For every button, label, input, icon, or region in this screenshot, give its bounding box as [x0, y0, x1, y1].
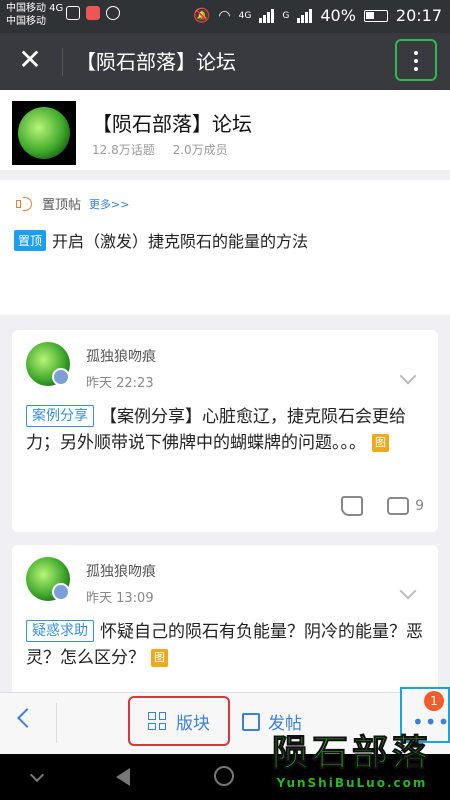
forum-name: 【陨石部落】论坛	[92, 112, 252, 136]
pinned-tag: 置顶	[14, 229, 47, 251]
sections-label: 版块	[176, 713, 210, 734]
member-count: 2.0万成员	[172, 143, 228, 157]
post-author[interactable]: 孤独狼吻痕	[86, 561, 156, 581]
wechat-icon	[106, 6, 120, 20]
watermark: 陨石部落 YunShiBuLuo.com	[262, 732, 442, 800]
back-nav-icon[interactable]	[116, 768, 130, 786]
pinned-post[interactable]: 置顶 开启（激发）捷克陨石的能量的方法	[14, 228, 308, 252]
watermark-en: YunShiBuLuo.com	[276, 776, 428, 790]
image-icon	[66, 6, 80, 20]
post-tag: 疑惑求助	[26, 620, 94, 642]
chevron-down-icon[interactable]	[399, 367, 417, 385]
status-right: 🔕 ◠ 4G G 40% 20:17	[193, 6, 442, 25]
image-attachment-icon: 图	[372, 434, 389, 452]
toolbar-divider	[56, 703, 57, 743]
carrier-info: 中国移动 4G 中国移动	[6, 2, 63, 28]
like-icon[interactable]	[341, 496, 364, 516]
pinned-section: 置顶帖 更多>> 置顶 开启（激发）捷克陨石的能量的方法	[0, 180, 450, 315]
forum-stats: 12.8万话题 2.0万成员	[92, 141, 242, 158]
topic-count: 12.8万话题	[92, 143, 155, 157]
post-card[interactable]: 孤独狼吻痕 昨天 22:23 案例分享 【案例分享】心脏愈辽，捷克陨石会更给力；另…	[12, 330, 438, 532]
status-bar: 中国移动 4G 中国移动 🔕 ◠ 4G G 40% 20:17	[0, 0, 450, 33]
home-nav-icon[interactable]	[214, 766, 234, 786]
network-type-2: G	[282, 10, 290, 21]
notification-icons	[66, 6, 120, 20]
user-badge-icon	[52, 583, 70, 601]
comment-count: 9	[415, 498, 424, 514]
mute-icon: 🔕	[192, 7, 211, 24]
chevron-down-icon[interactable]	[399, 582, 417, 600]
page-title: 【陨石部落】论坛	[76, 50, 236, 74]
back-icon[interactable]	[17, 708, 37, 728]
new-post-label: 发帖	[268, 714, 302, 734]
app-bar: ✕ 【陨石部落】论坛	[0, 33, 450, 90]
carrier-1: 中国移动 4G	[6, 3, 64, 14]
comment-button[interactable]: 9	[387, 497, 424, 515]
pinned-post-title: 开启（激发）捷克陨石的能量的方法	[52, 232, 309, 251]
more-pinned-link[interactable]: 更多>>	[89, 196, 129, 212]
hide-nav-icon[interactable]	[29, 767, 45, 783]
app-notification-icon	[86, 6, 100, 20]
post-actions: 9	[341, 496, 424, 516]
wifi-icon: ◠	[218, 7, 231, 24]
comment-icon	[387, 497, 410, 515]
grid-icon	[148, 712, 166, 730]
post-content: 案例分享 【案例分享】心脏愈辽，捷克陨石会更给力；另外顺带说下佛牌中的蝴蝶牌的问题…	[26, 404, 426, 456]
post-tag: 案例分享	[26, 405, 94, 427]
pinned-header: 置顶帖 更多>>	[14, 194, 129, 213]
post-content: 疑惑求助 怀疑自己的陨石有负能量？阴冷的能量？恶灵？怎么区分？图	[26, 619, 426, 671]
battery-percent: 40%	[320, 6, 356, 25]
ellipsis-icon: •••	[412, 710, 450, 734]
post-time: 昨天 13:09	[86, 591, 154, 606]
notification-badge: 1	[424, 691, 444, 711]
image-attachment-icon: 图	[151, 649, 168, 667]
user-badge-icon	[52, 368, 70, 386]
edit-icon	[242, 712, 260, 731]
post-time: 昨天 22:23	[86, 376, 154, 391]
more-options-button[interactable]	[395, 39, 437, 81]
signal-icon	[259, 8, 275, 23]
post-author[interactable]: 孤独狼吻痕	[86, 346, 156, 366]
network-type: 4G	[238, 10, 252, 21]
watermark-cn: 陨石部落	[271, 733, 432, 775]
battery-icon	[363, 9, 388, 22]
appbar-divider	[62, 48, 63, 76]
signal-icon-2	[297, 8, 313, 23]
sections-button[interactable]: 版块	[128, 696, 230, 746]
clock: 20:17	[395, 6, 442, 25]
carrier-2: 中国移动	[6, 16, 46, 27]
forum-header: 【陨石部落】论坛 12.8万话题 2.0万成员	[0, 90, 450, 170]
pinned-label: 置顶帖	[42, 198, 82, 213]
forum-avatar[interactable]	[12, 101, 76, 165]
new-post-button[interactable]: 发帖	[242, 709, 302, 734]
close-icon[interactable]: ✕	[17, 46, 43, 74]
speaker-icon	[14, 196, 34, 212]
